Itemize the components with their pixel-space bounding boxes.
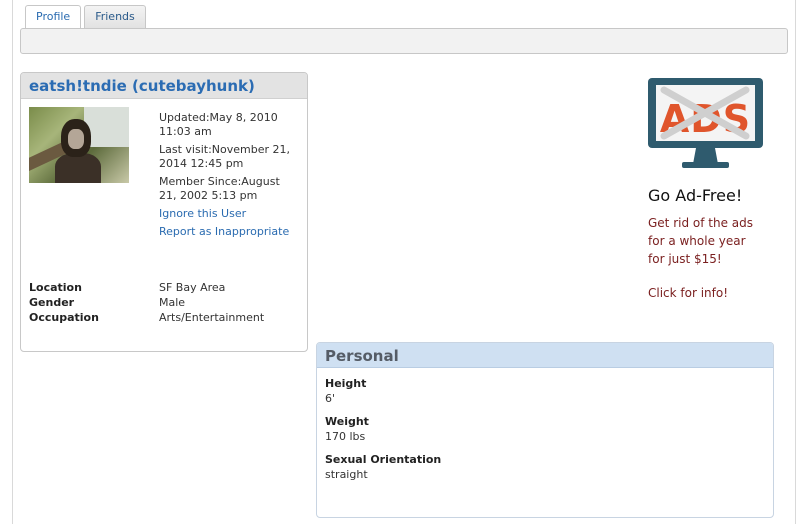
page-border-right <box>795 0 796 524</box>
personal-field-height: Height 6' <box>317 376 773 406</box>
detail-value: Arts/Entertainment <box>159 311 265 324</box>
detail-label: Location <box>29 281 82 294</box>
tab-profile[interactable]: Profile <box>25 5 82 29</box>
updated-text: Updated:May 8, 2010 11:03 am <box>159 111 278 138</box>
field-value: straight <box>325 468 368 481</box>
tab-friends[interactable]: Friends <box>84 5 146 28</box>
profile-details: Location SF Bay Area Gender Male Occupat… <box>29 280 299 325</box>
ignore-user-link[interactable]: Ignore this User <box>159 207 299 221</box>
ad-info-link[interactable]: Click for info! <box>648 286 780 300</box>
avatar[interactable] <box>29 107 129 183</box>
detail-row-location: Location SF Bay Area <box>29 280 299 295</box>
tab-panel <box>20 28 788 54</box>
field-label: Sexual Orientation <box>325 453 442 466</box>
page-border-left <box>12 0 13 524</box>
report-inappropriate-link[interactable]: Report as Inappropriate <box>159 225 299 239</box>
member-since-text: Member Since:August 21, 2002 5:13 pm <box>159 175 280 202</box>
ad-free-promo[interactable]: ADS Go Ad-Free! Get rid of the ads for a… <box>640 76 780 300</box>
field-value: 6' <box>325 392 336 405</box>
field-label: Weight <box>325 415 369 428</box>
personal-title: Personal <box>317 343 773 368</box>
profile-card: eatsh!tndie (cutebayhunk) Updated:May 8,… <box>20 72 308 352</box>
no-ads-monitor-icon: ADS <box>646 76 765 172</box>
detail-label: Gender <box>29 296 75 309</box>
detail-value: Male <box>159 296 186 309</box>
profile-meta: Updated:May 8, 2010 11:03 am Last visit:… <box>159 111 299 243</box>
field-label: Height <box>325 377 367 390</box>
ad-description: Get rid of the ads for a whole year for … <box>648 216 754 266</box>
last-visit-text: Last visit:November 21, 2014 12:45 pm <box>159 143 290 170</box>
detail-row-gender: Gender Male <box>29 295 299 310</box>
ad-title: Go Ad-Free! <box>648 186 743 205</box>
personal-field-orientation: Sexual Orientation straight <box>317 452 773 482</box>
personal-section: Personal Height 6' Weight 170 lbs Sexual… <box>316 342 774 518</box>
detail-row-occupation: Occupation Arts/Entertainment <box>29 310 299 325</box>
tab-bar: Profile Friends <box>25 5 146 29</box>
personal-field-weight: Weight 170 lbs <box>317 414 773 444</box>
detail-label: Occupation <box>29 311 99 324</box>
profile-title: eatsh!tndie (cutebayhunk) <box>21 73 307 99</box>
field-value: 170 lbs <box>325 430 366 443</box>
detail-value: SF Bay Area <box>159 281 226 294</box>
